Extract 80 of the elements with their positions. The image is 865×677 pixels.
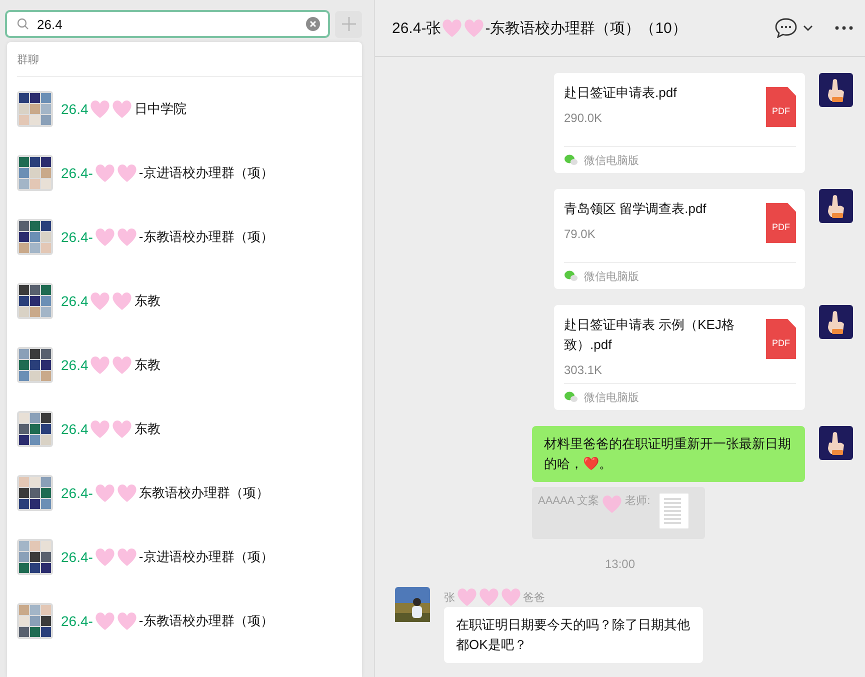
pdf-file-icon: PDF xyxy=(766,319,796,359)
heart-sticker-icon xyxy=(441,17,486,39)
group-name: 东教 xyxy=(134,356,160,374)
group-result[interactable]: 26.4- -京进语校办理群（项） xyxy=(7,525,362,589)
wechat-icon xyxy=(564,391,578,403)
heart-sticker-icon xyxy=(456,586,522,608)
match-text: 26.4 xyxy=(61,357,88,373)
heart-sticker-icon xyxy=(94,546,138,568)
heart-sticker-icon xyxy=(89,98,134,120)
pdf-file-icon: PDF xyxy=(766,87,796,127)
heart-sticker-icon xyxy=(89,290,134,312)
clear-icon[interactable] xyxy=(306,17,320,31)
file-message[interactable]: 青岛领区 留学调查表.pdf 79.0K PDF 微信电脑版 xyxy=(554,189,805,289)
caret-icon[interactable] xyxy=(803,25,813,31)
plus-icon xyxy=(342,17,356,31)
chat-title: -东教语校办理群（项）（10） xyxy=(485,18,687,38)
match-text: 26.4- xyxy=(61,613,93,629)
group-name: 东教 xyxy=(134,420,160,438)
group-name: -东教语校办理群（项） xyxy=(138,228,274,246)
hand-avatar-icon[interactable] xyxy=(819,426,853,460)
group-result[interactable]: 26.4 日中学院 xyxy=(7,77,362,141)
quote-text: AAAAA 文案 xyxy=(538,494,600,508)
group-name: 东教语校办理群（项） xyxy=(138,484,269,502)
sender-name: 爸爸 xyxy=(523,590,545,604)
group-result[interactable]: 26.4 东教 xyxy=(7,333,362,397)
file-size: 303.1K xyxy=(564,363,604,377)
match-text: 26.4 xyxy=(61,421,88,437)
section-header: 群聊 xyxy=(17,42,362,77)
file-message[interactable]: 赴日签证申请表 示例（KEJ格致）.pdf 303.1K PDF 微信电脑版 xyxy=(554,305,805,410)
search-icon xyxy=(17,18,29,30)
chat-title: 26.4-张 xyxy=(392,18,442,38)
heart-sticker-icon xyxy=(89,418,134,440)
wechat-icon xyxy=(564,270,578,282)
file-name: 青岛领区 留学调查表.pdf xyxy=(564,200,708,218)
heart-sticker-icon xyxy=(601,493,624,515)
search-bar[interactable]: 26.4 xyxy=(5,10,330,38)
source-label: 微信电脑版 xyxy=(584,270,639,284)
group-result[interactable]: 26.4- -东教语校办理群（项） xyxy=(7,589,362,653)
source-label: 微信电脑版 xyxy=(584,390,639,404)
hand-avatar-icon[interactable] xyxy=(819,189,853,223)
pdf-file-icon: PDF xyxy=(766,203,796,243)
group-result[interactable]: 26.4 东教 xyxy=(7,397,362,461)
group-name: 日中学院 xyxy=(134,100,186,118)
group-name: -京进语校办理群（项） xyxy=(138,548,274,566)
match-text: 26.4 xyxy=(61,101,88,117)
match-text: 26.4- xyxy=(61,229,93,245)
more-icon[interactable] xyxy=(835,26,853,30)
match-text: 26.4- xyxy=(61,549,93,565)
source-label: 微信电脑版 xyxy=(584,154,639,168)
match-text: 26.4- xyxy=(61,485,93,501)
group-result[interactable]: 26.4- -东教语校办理群（项） xyxy=(7,205,362,269)
heart-sticker-icon xyxy=(94,226,138,248)
group-name: -京进语校办理群（项） xyxy=(138,164,274,182)
match-text: 26.4- xyxy=(61,165,93,181)
search-field[interactable]: 26.4 xyxy=(37,16,298,32)
hand-avatar-icon[interactable] xyxy=(819,73,853,107)
message-bubble: 材料里爸爸的在职证明重新开一张最新日期的哈，❤。 xyxy=(532,426,805,482)
chat-bubble-icon[interactable] xyxy=(775,18,797,38)
group-result[interactable]: 26.4- 东教语校办理群（项） xyxy=(7,461,362,525)
heart-sticker-icon xyxy=(94,482,138,504)
hand-avatar-icon[interactable] xyxy=(819,305,853,339)
timestamp: 13:00 xyxy=(604,557,636,571)
message-bubble: 在职证明日期要今天的吗？除了日期其他都OK是吧？ xyxy=(444,607,703,663)
file-message[interactable]: 赴日签证申请表.pdf 290.0K PDF 微信电脑版 xyxy=(554,73,805,173)
file-size: 79.0K xyxy=(564,227,596,241)
quote-text: 老师: xyxy=(625,494,650,508)
heart-sticker-icon xyxy=(89,354,134,376)
group-result[interactable]: 26.4- -京进语校办理群（项） xyxy=(7,141,362,205)
group-name: -东教语校办理群（项） xyxy=(138,612,274,630)
heart-sticker-icon xyxy=(94,162,138,184)
heart-sticker-icon xyxy=(94,610,138,632)
file-size: 290.0K xyxy=(564,111,604,125)
sender-name: 张 xyxy=(444,590,455,604)
group-result[interactable]: 26.4 东教 xyxy=(7,269,362,333)
file-name: 赴日签证申请表.pdf xyxy=(564,84,678,102)
file-name: 赴日签证申请表 示例（KEJ格致）.pdf xyxy=(564,316,736,354)
match-text: 26.4 xyxy=(61,293,88,309)
wechat-icon xyxy=(564,154,578,166)
document-thumbnail-icon xyxy=(659,493,690,529)
group-name: 东教 xyxy=(134,292,160,310)
